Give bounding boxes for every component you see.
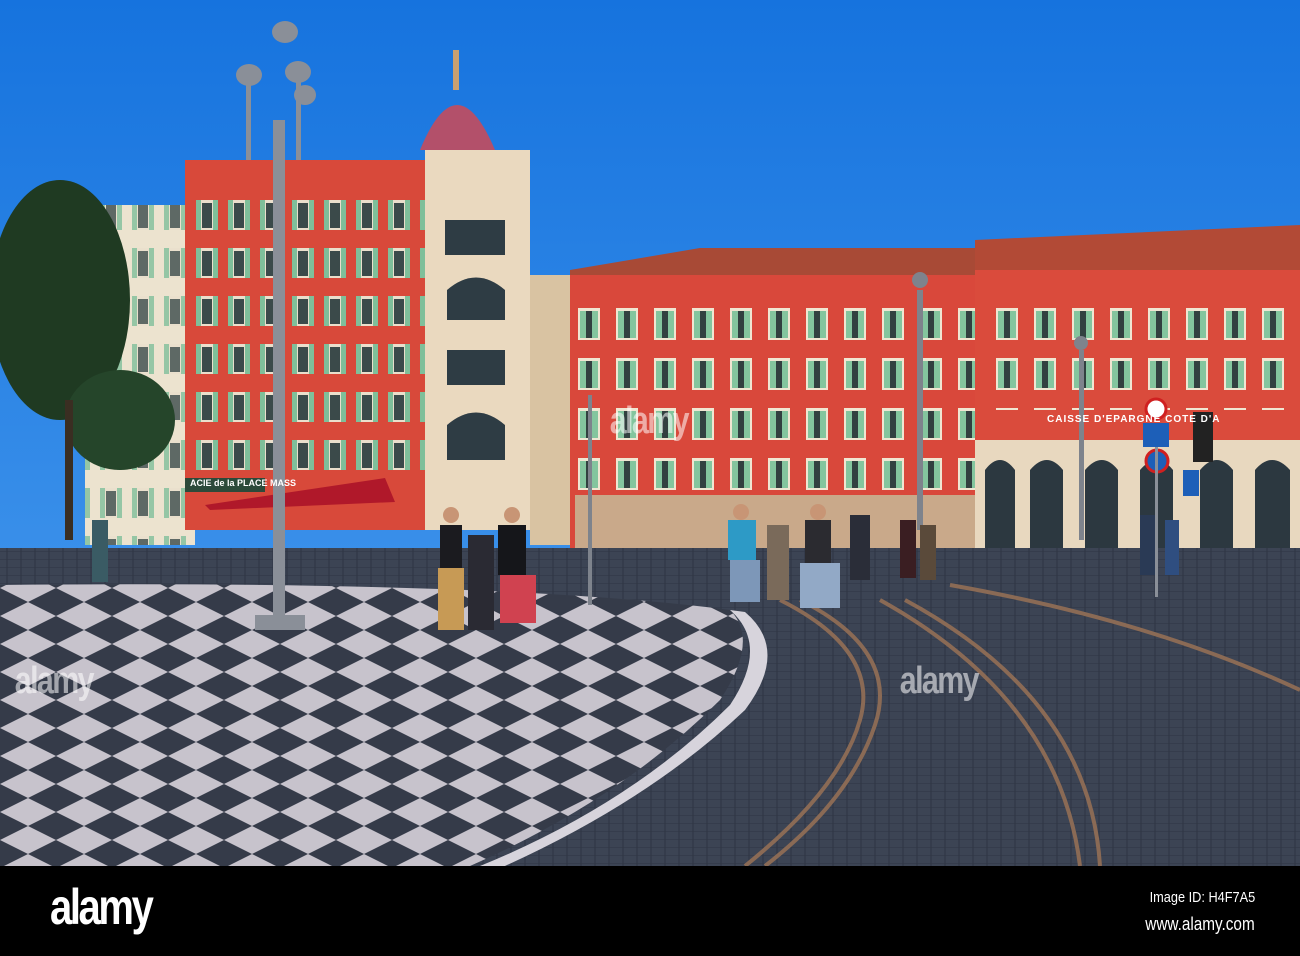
photo-scene: CAISSE D'EPARGNE COTE D'A ACIE de la PLA… <box>0 0 1300 956</box>
watermark: alamy <box>609 400 690 442</box>
bank-sign: CAISSE D'EPARGNE COTE D'A <box>1047 414 1221 425</box>
right-red-buildings <box>530 225 1300 550</box>
site-url: www.alamy.com <box>1145 914 1255 934</box>
image-id: Image ID: H4F7A5 <box>1149 889 1255 906</box>
watermark: alamy <box>899 660 980 702</box>
pharmacy-sign: ACIE de la PLACE MASS <box>190 478 297 488</box>
watermark: alamy <box>14 660 95 702</box>
footer-bar: alamy Image ID: H4F7A5 www.alamy.com <box>0 866 1300 956</box>
alamy-logo: alamy <box>50 879 154 935</box>
